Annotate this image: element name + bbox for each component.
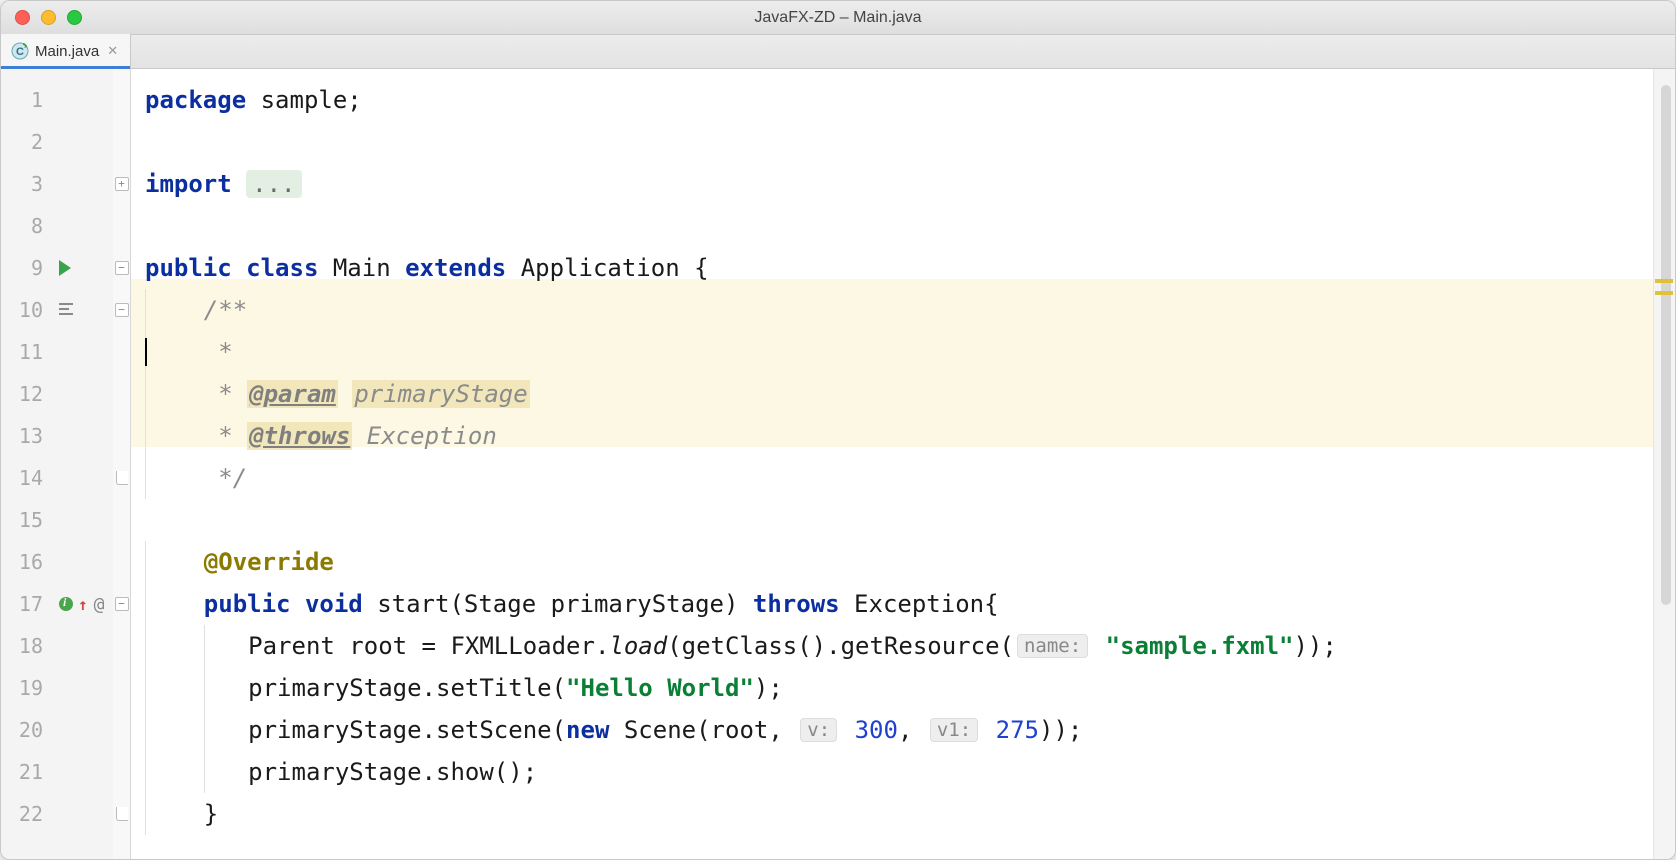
javadoc-param-name: primaryStage xyxy=(352,380,529,408)
tab-filename-label: Main.java xyxy=(35,43,99,60)
tab-close-button[interactable]: ✕ xyxy=(107,43,118,59)
keyword-import: import xyxy=(145,170,232,198)
line-number: 22 xyxy=(1,793,53,835)
java-class-icon: C xyxy=(11,42,29,60)
line-number: 14 xyxy=(1,457,53,499)
javadoc-empty-line: * xyxy=(204,338,247,366)
keyword-new: new xyxy=(566,716,609,744)
fold-gutter[interactable]: + − − − xyxy=(113,69,131,859)
keyword-public: public xyxy=(204,590,291,618)
arrow-up-icon: ↑ xyxy=(78,595,88,614)
annotation-override: @Override xyxy=(204,548,334,576)
code-text: )); xyxy=(1039,716,1082,744)
tab-main-java[interactable]: C Main.java ✕ xyxy=(1,34,131,68)
code-text: )); xyxy=(1293,632,1336,660)
keyword-public: public xyxy=(145,254,232,282)
text-caret xyxy=(145,338,147,366)
override-method-icon[interactable] xyxy=(59,597,73,611)
line-number: 12 xyxy=(1,373,53,415)
warning-marker[interactable] xyxy=(1655,279,1673,283)
fold-expand-icon[interactable]: + xyxy=(115,177,129,191)
line-number: 8 xyxy=(1,205,53,247)
keyword-throws: throws xyxy=(753,590,840,618)
code-text: (getClass().getResource( xyxy=(667,632,1014,660)
keyword-extends: extends xyxy=(405,254,506,282)
scrollbar-thumb[interactable] xyxy=(1661,85,1671,605)
string-literal: "Hello World" xyxy=(566,674,754,702)
javadoc-open: /** xyxy=(204,296,247,324)
package-name: sample; xyxy=(246,86,362,114)
number-literal: 275 xyxy=(996,716,1039,744)
code-content[interactable]: package sample; import ... public class … xyxy=(131,69,1653,859)
line-number: 15 xyxy=(1,499,53,541)
line-number: 18 xyxy=(1,625,53,667)
imports-folded-placeholder[interactable]: ... xyxy=(246,170,301,198)
editor-area: 1 2 3 8 9 10 11 12 13 14 15 16 17 18 19 … xyxy=(1,69,1675,859)
line-number: 20 xyxy=(1,709,53,751)
line-number: 19 xyxy=(1,667,53,709)
fold-collapse-icon[interactable]: − xyxy=(115,597,129,611)
fold-end-icon xyxy=(116,807,128,821)
fold-end-icon xyxy=(116,471,128,485)
param-hint-v: v: xyxy=(800,718,837,742)
window-close-button[interactable] xyxy=(15,10,30,25)
traffic-lights xyxy=(1,10,82,25)
code-text: Parent root = FXMLLoader. xyxy=(248,632,609,660)
line-number: 16 xyxy=(1,541,53,583)
line-number: 10 xyxy=(1,289,53,331)
string-literal: "sample.fxml" xyxy=(1106,632,1294,660)
static-method-load: load xyxy=(609,632,667,660)
javadoc-throws-name: Exception xyxy=(367,422,497,450)
closing-brace: } xyxy=(204,800,218,828)
window-zoom-button[interactable] xyxy=(67,10,82,25)
ide-window: JavaFX-ZD – Main.java C Main.java ✕ 1 2 … xyxy=(0,0,1676,860)
window-titlebar[interactable]: JavaFX-ZD – Main.java xyxy=(1,1,1675,35)
line-number: 21 xyxy=(1,751,53,793)
javadoc-param-tag: @param xyxy=(247,380,338,408)
warning-marker[interactable] xyxy=(1655,291,1673,295)
svg-text:C: C xyxy=(16,46,24,58)
throws-type: Exception{ xyxy=(840,590,999,618)
at-icon: @ xyxy=(94,594,105,615)
code-text: , xyxy=(898,716,927,744)
keyword-class: class xyxy=(246,254,318,282)
code-text: primaryStage.setTitle( xyxy=(248,674,566,702)
line-number-gutter[interactable]: 1 2 3 8 9 10 11 12 13 14 15 16 17 18 19 … xyxy=(1,69,53,859)
number-literal: 300 xyxy=(855,716,898,744)
javadoc-throws-tag: @throws xyxy=(247,422,352,450)
method-signature: start(Stage primaryStage) xyxy=(363,590,753,618)
line-number: 9 xyxy=(1,247,53,289)
code-text: Scene(root, xyxy=(609,716,797,744)
javadoc-render-icon[interactable] xyxy=(59,303,77,317)
code-text: primaryStage.setScene( xyxy=(248,716,566,744)
editor-tabs-bar: C Main.java ✕ xyxy=(1,35,1675,69)
code-text: ); xyxy=(754,674,783,702)
fold-collapse-icon[interactable]: − xyxy=(115,261,129,275)
gutter-icons: ↑@ xyxy=(53,69,113,859)
window-title: JavaFX-ZD – Main.java xyxy=(1,9,1675,27)
line-number: 17 xyxy=(1,583,53,625)
param-hint-v1: v1: xyxy=(930,718,978,742)
line-number: 3 xyxy=(1,163,53,205)
keyword-void: void xyxy=(305,590,363,618)
line-number: 1 xyxy=(1,79,53,121)
line-number: 2 xyxy=(1,121,53,163)
keyword-package: package xyxy=(145,86,246,114)
code-text: primaryStage.show(); xyxy=(248,758,537,786)
superclass-application: Application { xyxy=(506,254,708,282)
param-hint-name: name: xyxy=(1017,634,1088,658)
javadoc-close: */ xyxy=(218,464,247,492)
run-class-icon[interactable] xyxy=(59,260,71,276)
window-minimize-button[interactable] xyxy=(41,10,56,25)
line-number: 13 xyxy=(1,415,53,457)
editor-scrollbar[interactable] xyxy=(1653,69,1675,859)
line-number: 11 xyxy=(1,331,53,373)
classname-main: Main xyxy=(318,254,405,282)
fold-collapse-icon[interactable]: − xyxy=(115,303,129,317)
